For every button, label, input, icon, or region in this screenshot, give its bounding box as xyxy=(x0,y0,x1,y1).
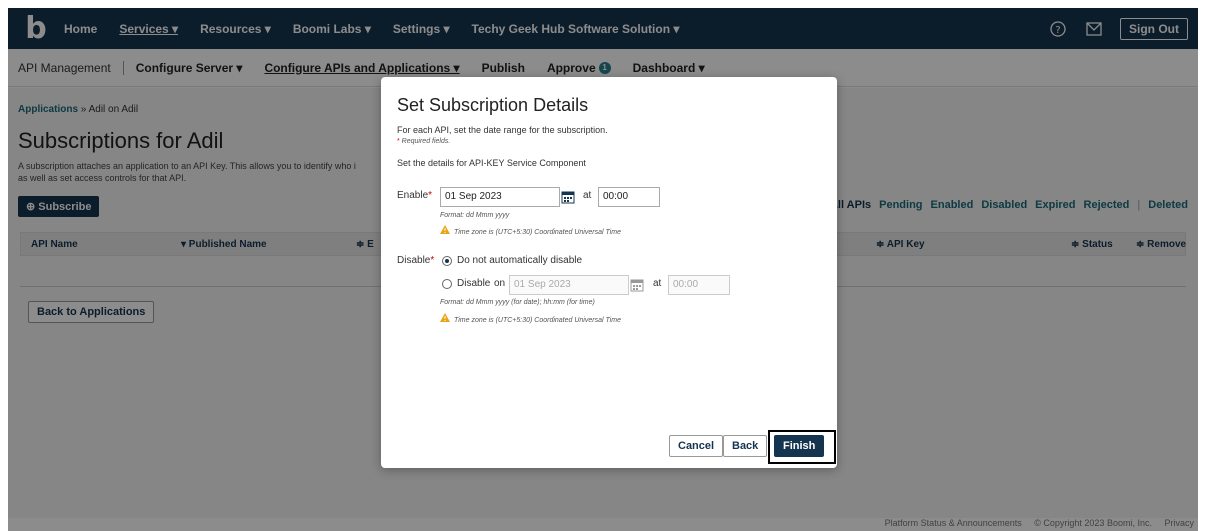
enable-format-hint: Format: dd Mmm yyyy xyxy=(440,212,510,219)
dialog-title: Set Subscription Details xyxy=(397,95,589,115)
details-subtitle: Set the details for API-KEY Service Comp… xyxy=(397,158,586,168)
enable-label-text: Enable xyxy=(397,190,429,201)
warning-icon xyxy=(440,225,450,236)
enable-timezone-text: Time zone is (UTC+5:30) Coordinated Univ… xyxy=(454,229,621,236)
do-not-disable-label: Do not automatically disable xyxy=(457,255,583,266)
calendar-icon[interactable] xyxy=(627,275,647,295)
disable-option-label: Disable xyxy=(457,278,491,289)
disable-time-input[interactable]: 00:00 xyxy=(668,275,730,295)
disable-label-text: Disable xyxy=(397,255,431,266)
subscription-details-dialog: Set Subscription Details For each API, s… xyxy=(381,77,837,468)
disable-required-star: * xyxy=(430,255,435,266)
disable-timezone-text: Time zone is (UTC+5:30) Coordinated Univ… xyxy=(454,317,621,324)
radio-disable-on[interactable] xyxy=(442,279,452,289)
enable-time-input[interactable]: 00:00 xyxy=(598,187,660,207)
required-text: Required fields. xyxy=(399,138,451,145)
cancel-button[interactable]: Cancel xyxy=(669,435,724,457)
disable-label: Disable* xyxy=(397,255,434,266)
calendar-icon[interactable] xyxy=(558,187,578,207)
enable-timezone-hint: Time zone is (UTC+5:30) Coordinated Univ… xyxy=(440,225,621,236)
enable-required-star: * xyxy=(428,190,433,201)
warning-icon xyxy=(440,313,450,324)
disable-format-hint: Format: dd Mmm yyyy (for date); hh:mm (f… xyxy=(440,299,595,306)
enable-label: Enable* xyxy=(397,190,432,201)
disable-timezone-hint: Time zone is (UTC+5:30) Coordinated Univ… xyxy=(440,313,621,324)
required-note: * Required fields. xyxy=(397,138,450,145)
disable-on-label: on xyxy=(494,278,506,289)
radio-do-not-disable[interactable] xyxy=(442,256,452,266)
disable-date-input[interactable]: 01 Sep 2023 xyxy=(509,275,629,295)
enable-at-label: at xyxy=(583,190,592,201)
disable-at-label: at xyxy=(653,278,662,289)
enable-date-input[interactable]: 01 Sep 2023 xyxy=(440,187,560,207)
back-button[interactable]: Back xyxy=(723,435,768,457)
finish-highlight-box xyxy=(768,430,836,464)
dialog-instruction: For each API, set the date range for the… xyxy=(397,125,608,135)
